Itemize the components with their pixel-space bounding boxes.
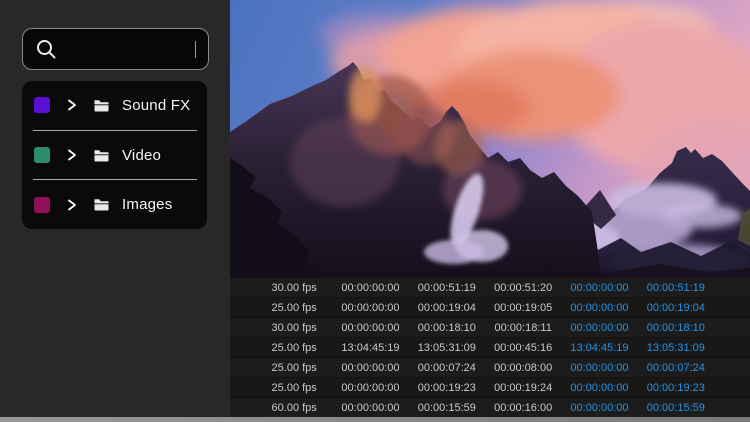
- timecode-cell-out: 00:00:51:19: [646, 281, 705, 294]
- color-swatch: [34, 97, 50, 114]
- folder-item-images[interactable]: Images: [22, 180, 207, 229]
- text-cursor: [194, 41, 196, 58]
- timecode-cell: 00:00:07:24: [417, 361, 476, 374]
- chevron-right-icon[interactable]: [67, 99, 77, 111]
- folder-item-sound-fx[interactable]: Sound FX: [22, 81, 207, 130]
- folder-icon: [94, 149, 109, 161]
- media-bin-sidebar: Sound FX Video Images: [0, 0, 230, 422]
- timecode-cell: 00:00:00:00: [341, 361, 400, 374]
- chevron-right-icon[interactable]: [67, 199, 77, 211]
- table-row[interactable]: 25.00 fps 00:00:00:00 00:00:19:23 00:00:…: [230, 378, 750, 398]
- timecode-cell: 13:04:45:19: [341, 341, 400, 354]
- fps-cell: 25.00 fps: [271, 341, 317, 354]
- timecode-cell: 00:00:19:04: [417, 301, 476, 314]
- folder-icon: [94, 100, 109, 112]
- table-row[interactable]: 25.00 fps 00:00:00:00 00:00:07:24 00:00:…: [230, 358, 750, 378]
- color-swatch: [34, 196, 50, 213]
- timecode-cell-in: 13:04:45:19: [570, 341, 629, 354]
- folder-icon: [94, 199, 109, 211]
- timecode-cell-out: 00:00:18:10: [646, 321, 705, 334]
- timecode-cell-in: 00:00:00:00: [570, 301, 629, 314]
- folder-item-video[interactable]: Video: [22, 131, 207, 180]
- timecode-cell: 00:00:45:16: [494, 341, 553, 354]
- timecode-cell: 00:00:19:24: [494, 381, 553, 394]
- timecode-cell-in: 00:00:00:00: [570, 321, 629, 334]
- timecode-cell-in: 00:00:00:00: [570, 361, 629, 374]
- timecode-cell: 00:00:19:05: [494, 301, 553, 314]
- table-row[interactable]: 25.00 fps 13:04:45:19 13:05:31:09 00:00:…: [230, 338, 750, 358]
- fps-cell: 30.00 fps: [271, 281, 317, 294]
- timecode-cell-out: 00:00:07:24: [646, 361, 705, 374]
- timecode-cell: 00:00:00:00: [341, 321, 400, 334]
- window-edge-bar: [0, 417, 750, 422]
- timecode-cell: 00:00:00:00: [341, 301, 400, 314]
- folder-list: Sound FX Video Images: [22, 81, 207, 229]
- timecode-cell-out: 00:00:19:04: [646, 301, 705, 314]
- video-preview[interactable]: [230, 0, 750, 278]
- timecode-cell: 00:00:18:11: [494, 321, 552, 334]
- table-row[interactable]: 30.00 fps 00:00:00:00 00:00:51:19 00:00:…: [230, 278, 750, 298]
- timecode-cell-out: 13:05:31:09: [646, 341, 705, 354]
- search-box[interactable]: [22, 28, 209, 70]
- fps-cell: 60.00 fps: [271, 401, 317, 414]
- chevron-right-icon[interactable]: [67, 149, 77, 161]
- fps-cell: 25.00 fps: [271, 381, 317, 394]
- timecode-cell: 00:00:18:10: [417, 321, 476, 334]
- fps-cell: 25.00 fps: [271, 301, 317, 314]
- timecode-cell: 00:00:00:00: [341, 281, 400, 294]
- fps-cell: 25.00 fps: [271, 361, 317, 374]
- timecode-cell: 00:00:15:59: [417, 401, 476, 414]
- video-editor-window: Sound FX Video Images 30.00 fps 00:00:00…: [0, 0, 750, 422]
- timecode-cell: 00:00:16:00: [494, 401, 553, 414]
- search-icon: [37, 40, 56, 59]
- timecode-cell: 00:00:08:00: [494, 361, 553, 374]
- table-row[interactable]: 25.00 fps 00:00:00:00 00:00:19:04 00:00:…: [230, 298, 750, 318]
- clip-metadata-table: 30.00 fps 00:00:00:00 00:00:51:19 00:00:…: [230, 278, 750, 417]
- timecode-cell: 13:05:31:09: [417, 341, 476, 354]
- timecode-cell: 00:00:51:19: [417, 281, 476, 294]
- timecode-cell: 00:00:00:00: [341, 381, 400, 394]
- timecode-cell-in: 00:00:00:00: [570, 401, 629, 414]
- timecode-cell-in: 00:00:00:00: [570, 281, 629, 294]
- folder-label: Images: [122, 196, 173, 214]
- timecode-cell: 00:00:19:23: [417, 381, 476, 394]
- timecode-cell: 00:00:00:00: [341, 401, 400, 414]
- search-input[interactable]: [58, 41, 208, 57]
- color-swatch: [34, 147, 50, 163]
- table-row[interactable]: 60.00 fps 00:00:00:00 00:00:15:59 00:00:…: [230, 398, 750, 417]
- folder-label: Video: [122, 146, 162, 164]
- table-row[interactable]: 30.00 fps 00:00:00:00 00:00:18:10 00:00:…: [230, 318, 750, 338]
- folder-label: Sound FX: [122, 96, 191, 114]
- fps-cell: 30.00 fps: [271, 321, 317, 334]
- timecode-cell: 00:00:51:20: [494, 281, 553, 294]
- timecode-cell-out: 00:00:15:59: [646, 401, 705, 414]
- timecode-cell-out: 00:00:19:23: [646, 381, 705, 394]
- timecode-cell-in: 00:00:00:00: [570, 381, 629, 394]
- mountain-sunset-image: [230, 0, 750, 278]
